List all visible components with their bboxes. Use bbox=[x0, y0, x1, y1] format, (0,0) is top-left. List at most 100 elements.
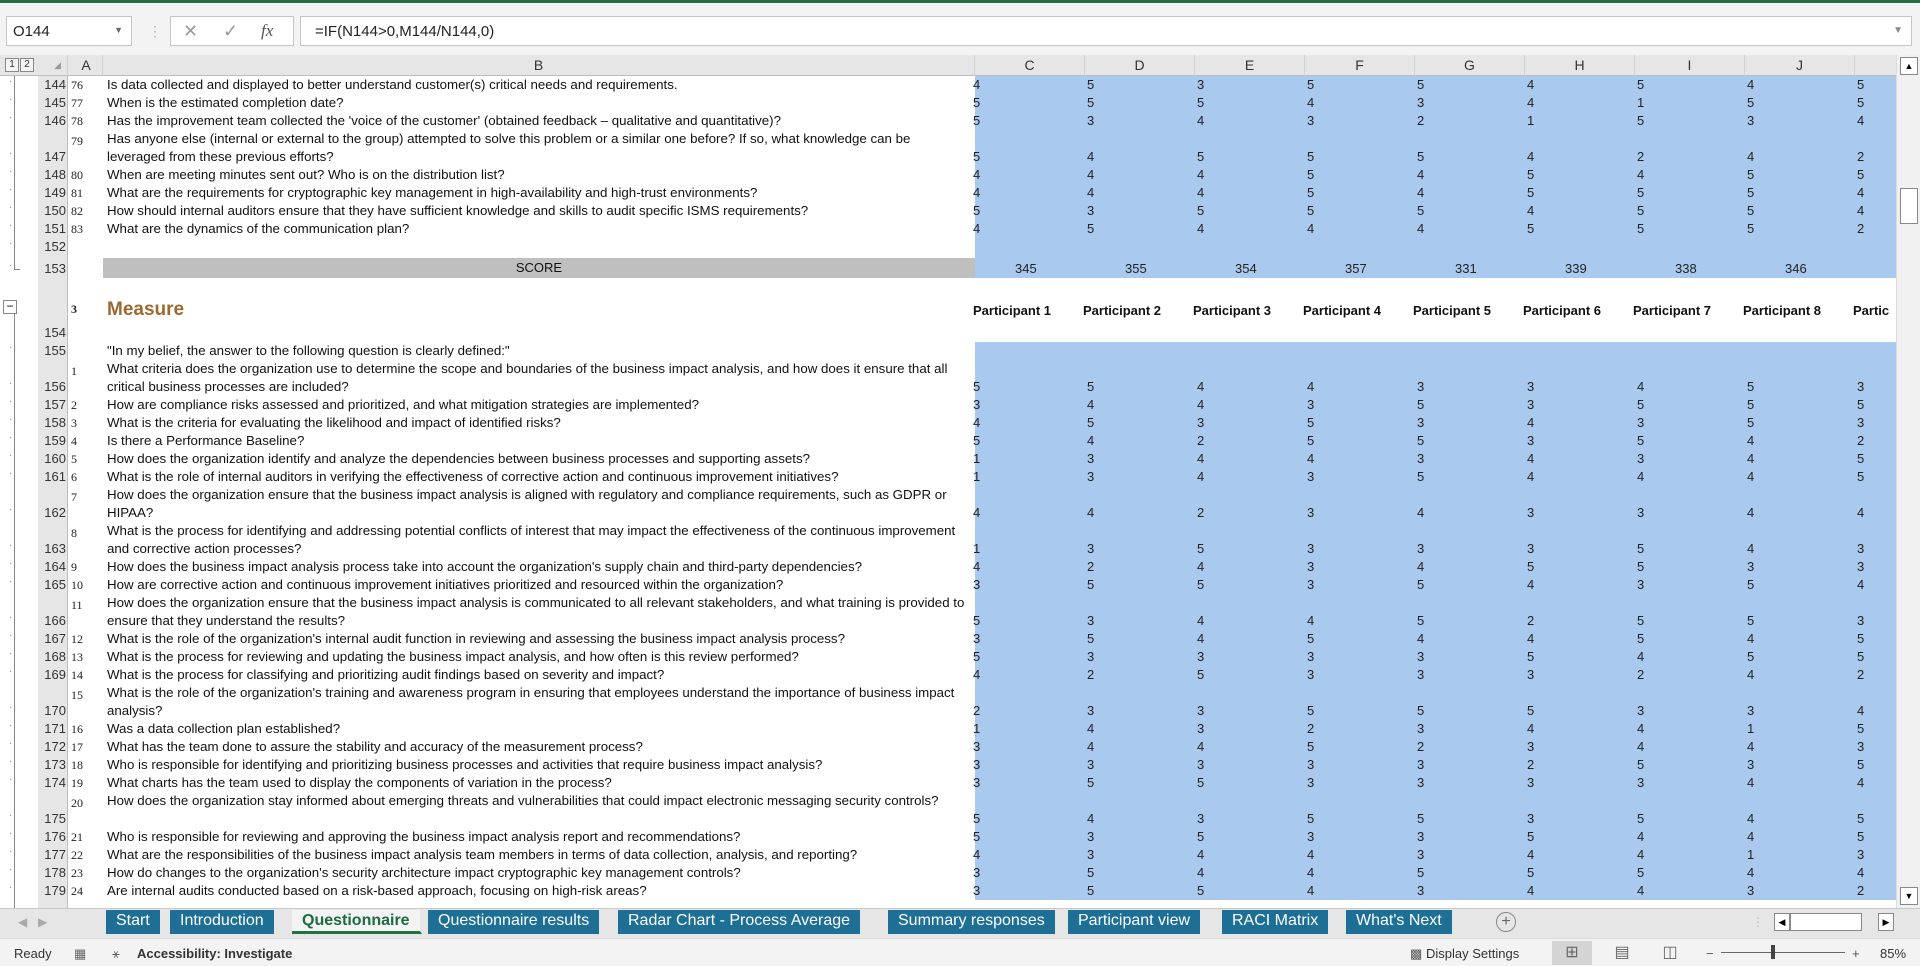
question-number[interactable]: 79 bbox=[71, 134, 83, 149]
outline-level-1-button[interactable]: 1 bbox=[5, 58, 19, 72]
row-header[interactable]: 149 bbox=[40, 185, 66, 200]
response-value[interactable]: 5 bbox=[1857, 77, 1864, 92]
response-value[interactable]: 3 bbox=[1417, 541, 1424, 556]
response-value[interactable]: 5 bbox=[1637, 757, 1644, 772]
question-text[interactable]: What are the responsibilities of the bus… bbox=[107, 846, 967, 864]
response-value[interactable]: 4 bbox=[1417, 185, 1424, 200]
response-value[interactable]: 3 bbox=[1637, 451, 1644, 466]
response-value[interactable]: 3 bbox=[1417, 415, 1424, 430]
response-value[interactable]: 3 bbox=[1857, 541, 1864, 556]
response-value[interactable]: 4 bbox=[1527, 577, 1534, 592]
question-text[interactable]: What is the criteria for evaluating the … bbox=[107, 414, 967, 432]
response-value[interactable]: 1 bbox=[1747, 721, 1754, 736]
response-value[interactable]: 5 bbox=[1087, 883, 1094, 898]
response-value[interactable]: 5 bbox=[1417, 397, 1424, 412]
add-sheet-button[interactable]: + bbox=[1496, 912, 1516, 932]
response-value[interactable]: 4 bbox=[973, 185, 980, 200]
zoom-in-button[interactable]: + bbox=[1852, 946, 1860, 961]
question-number[interactable]: 19 bbox=[71, 776, 83, 791]
row-header[interactable]: 159 bbox=[40, 433, 66, 448]
response-value[interactable]: 4 bbox=[1747, 149, 1754, 164]
response-value[interactable]: 2 bbox=[1857, 433, 1864, 448]
response-value[interactable]: 5 bbox=[1417, 77, 1424, 92]
response-value[interactable]: 5 bbox=[1527, 559, 1534, 574]
response-value[interactable]: 4 bbox=[1637, 883, 1644, 898]
question-text[interactable]: How do changes to the organization's sec… bbox=[107, 864, 967, 882]
question-text[interactable]: How does the business impact analysis pr… bbox=[107, 558, 967, 576]
row-header[interactable]: 146 bbox=[40, 113, 66, 128]
response-value[interactable]: 4 bbox=[1417, 167, 1424, 182]
row-header[interactable]: 178 bbox=[40, 865, 66, 880]
response-value[interactable]: 3 bbox=[1307, 649, 1314, 664]
response-value[interactable]: 5 bbox=[1307, 433, 1314, 448]
response-value[interactable]: 5 bbox=[1857, 721, 1864, 736]
question-number[interactable]: 18 bbox=[71, 758, 83, 773]
response-value[interactable]: 4 bbox=[1417, 631, 1424, 646]
response-value[interactable]: 5 bbox=[1747, 167, 1754, 182]
response-value[interactable]: 4 bbox=[1307, 379, 1314, 394]
response-value[interactable]: 4 bbox=[1637, 469, 1644, 484]
response-value[interactable]: 5 bbox=[1747, 397, 1754, 412]
sheet-tab[interactable]: Participant view bbox=[1068, 910, 1203, 934]
response-value[interactable]: 3 bbox=[1527, 397, 1534, 412]
response-value[interactable]: 4 bbox=[1527, 95, 1534, 110]
row-header[interactable]: 156 bbox=[40, 379, 66, 394]
response-value[interactable]: 4 bbox=[1527, 203, 1534, 218]
row-header[interactable]: 179 bbox=[40, 883, 66, 898]
response-value[interactable]: 4 bbox=[1307, 847, 1314, 862]
response-value[interactable]: 5 bbox=[1307, 185, 1314, 200]
column-header-e[interactable]: E bbox=[1195, 55, 1305, 76]
response-value[interactable]: 3 bbox=[1307, 829, 1314, 844]
question-number[interactable]: 83 bbox=[71, 222, 83, 237]
drag-handle-icon[interactable]: ⋮ bbox=[148, 23, 162, 40]
sheet-tab[interactable]: What's Next bbox=[1346, 910, 1454, 934]
scroll-right-button[interactable]: ▶ bbox=[1878, 913, 1894, 931]
response-value[interactable]: 5 bbox=[1197, 149, 1204, 164]
chevron-down-icon[interactable]: ▼ bbox=[114, 25, 123, 35]
response-value[interactable]: 5 bbox=[973, 649, 980, 664]
response-value[interactable]: 5 bbox=[1197, 829, 1204, 844]
response-value[interactable]: 4 bbox=[1637, 847, 1644, 862]
response-value[interactable]: 4 bbox=[1197, 451, 1204, 466]
response-value[interactable]: 3 bbox=[1307, 775, 1314, 790]
response-value[interactable]: 5 bbox=[1527, 703, 1534, 718]
score-value[interactable]: 346 bbox=[1785, 261, 1807, 276]
question-text[interactable]: How are corrective action and continuous… bbox=[107, 576, 967, 594]
question-text[interactable]: What is the role of the organization's i… bbox=[107, 630, 967, 648]
response-value[interactable]: 5 bbox=[1747, 613, 1754, 628]
response-value[interactable]: 3 bbox=[1417, 379, 1424, 394]
question-number[interactable]: 16 bbox=[71, 722, 83, 737]
response-value[interactable]: 5 bbox=[1637, 631, 1644, 646]
response-value[interactable]: 4 bbox=[1087, 739, 1094, 754]
response-value[interactable]: 3 bbox=[1417, 721, 1424, 736]
response-value[interactable]: 5 bbox=[1637, 865, 1644, 880]
response-value[interactable]: 2 bbox=[1197, 433, 1204, 448]
response-value[interactable]: 3 bbox=[1087, 757, 1094, 772]
response-value[interactable]: 5 bbox=[1637, 397, 1644, 412]
response-value[interactable]: 5 bbox=[1747, 95, 1754, 110]
response-value[interactable]: 4 bbox=[1857, 703, 1864, 718]
response-value[interactable]: 3 bbox=[1747, 113, 1754, 128]
response-value[interactable]: 2 bbox=[1857, 221, 1864, 236]
response-value[interactable]: 5 bbox=[1197, 883, 1204, 898]
question-number[interactable]: 14 bbox=[71, 668, 83, 683]
response-value[interactable]: 4 bbox=[1197, 613, 1204, 628]
response-value[interactable]: 5 bbox=[1857, 811, 1864, 826]
sheet-tab[interactable]: Summary responses bbox=[888, 910, 1057, 934]
response-value[interactable]: 4 bbox=[1527, 883, 1534, 898]
response-value[interactable]: 4 bbox=[1747, 865, 1754, 880]
question-text[interactable]: Has the improvement team collected the '… bbox=[107, 112, 967, 130]
response-value[interactable]: 4 bbox=[1857, 577, 1864, 592]
response-value[interactable]: 5 bbox=[1857, 397, 1864, 412]
response-value[interactable]: 3 bbox=[1087, 113, 1094, 128]
response-value[interactable]: 4 bbox=[1637, 739, 1644, 754]
response-value[interactable]: 5 bbox=[973, 95, 980, 110]
response-value[interactable]: 1 bbox=[973, 721, 980, 736]
response-value[interactable]: 3 bbox=[1417, 95, 1424, 110]
response-value[interactable]: 2 bbox=[1857, 667, 1864, 682]
response-value[interactable]: 4 bbox=[1747, 829, 1754, 844]
response-value[interactable]: 3 bbox=[1527, 739, 1534, 754]
question-number[interactable]: 3 bbox=[71, 416, 77, 431]
response-value[interactable]: 5 bbox=[1307, 811, 1314, 826]
row-header[interactable]: 167 bbox=[40, 631, 66, 646]
